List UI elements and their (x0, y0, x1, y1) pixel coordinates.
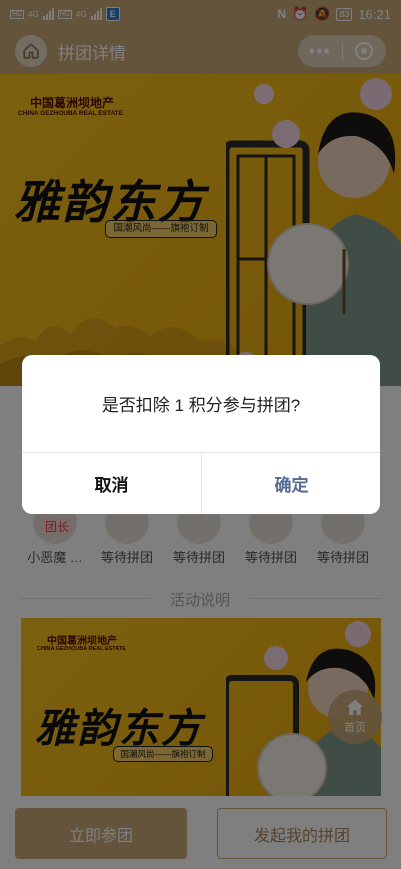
confirm-dialog: 是否扣除 1 积分参与拼团? 取消 确定 (22, 355, 380, 514)
confirm-button[interactable]: 确定 (202, 453, 380, 514)
dialog-message: 是否扣除 1 积分参与拼团? (101, 396, 301, 415)
cancel-button[interactable]: 取消 (22, 453, 201, 514)
